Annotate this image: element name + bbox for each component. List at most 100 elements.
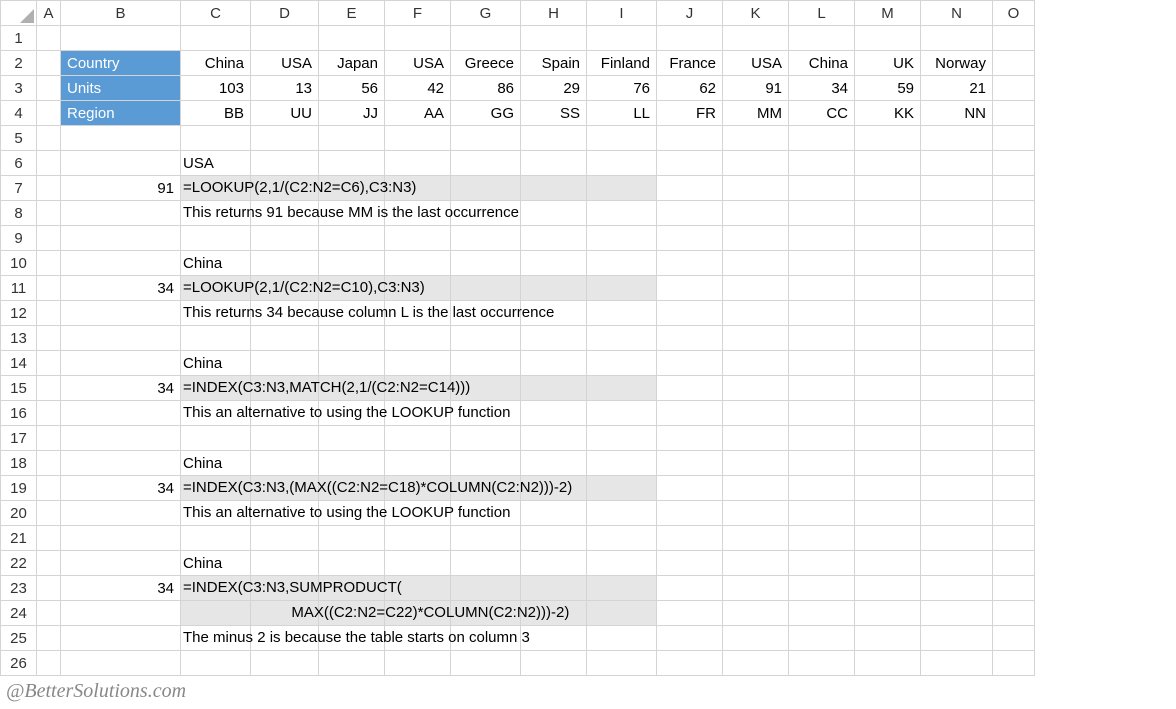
cell-note[interactable]: This returns 91 because MM is the last o… [181,201,251,226]
cell[interactable] [855,376,921,401]
cell[interactable] [37,301,61,326]
cell[interactable] [993,76,1035,101]
cell[interactable] [723,526,789,551]
cell[interactable] [37,76,61,101]
cell[interactable]: UK [855,51,921,76]
cell[interactable] [657,626,723,651]
cell[interactable] [37,326,61,351]
cell[interactable] [789,151,855,176]
cell[interactable] [385,151,451,176]
cell[interactable] [921,551,993,576]
cell[interactable] [587,151,657,176]
cell[interactable] [37,26,61,51]
cell[interactable]: 13 [251,76,319,101]
cell[interactable] [37,501,61,526]
cell[interactable] [61,251,181,276]
cell[interactable] [521,151,587,176]
col-header[interactable]: L [789,1,855,26]
cell[interactable] [993,476,1035,501]
cell[interactable] [37,626,61,651]
cell[interactable] [855,601,921,626]
col-header[interactable]: J [657,1,723,26]
cell[interactable] [521,451,587,476]
cell[interactable] [657,251,723,276]
col-header[interactable]: F [385,1,451,26]
cell[interactable] [723,201,789,226]
row-header[interactable]: 3 [1,76,37,101]
cell[interactable] [319,451,385,476]
cell[interactable] [921,376,993,401]
cell[interactable] [993,426,1035,451]
cell[interactable] [587,626,657,651]
cell[interactable] [921,426,993,451]
cell[interactable] [921,476,993,501]
cell[interactable] [37,401,61,426]
cell[interactable] [587,376,657,401]
cell[interactable] [587,401,657,426]
cell[interactable] [993,201,1035,226]
cell[interactable] [789,276,855,301]
cell[interactable] [385,426,451,451]
cell[interactable] [993,176,1035,201]
cell[interactable] [921,276,993,301]
cell-formula[interactable]: =INDEX(C3:N3,(MAX((C2:N2=C18)*COLUMN(C2:… [181,476,251,501]
cell[interactable] [921,151,993,176]
cell[interactable] [657,326,723,351]
cell[interactable] [657,276,723,301]
cell[interactable] [789,451,855,476]
cell[interactable] [657,176,723,201]
cell[interactable] [723,576,789,601]
cell[interactable]: UU [251,101,319,126]
cell[interactable] [451,126,521,151]
cell[interactable]: China [181,351,251,376]
cell[interactable] [37,226,61,251]
cell[interactable]: FR [657,101,723,126]
cell[interactable] [587,201,657,226]
cell[interactable] [789,476,855,501]
cell[interactable]: 56 [319,76,385,101]
cell[interactable]: 86 [451,76,521,101]
cell[interactable] [181,126,251,151]
cell[interactable] [587,526,657,551]
cell[interactable] [61,351,181,376]
cell[interactable] [251,251,319,276]
cell[interactable]: BB [181,101,251,126]
cell[interactable] [385,351,451,376]
cell[interactable] [319,26,385,51]
cell[interactable] [385,326,451,351]
cell[interactable] [993,576,1035,601]
cell[interactable] [723,351,789,376]
cell[interactable] [657,451,723,476]
cell[interactable] [921,126,993,151]
cell[interactable] [61,226,181,251]
cell[interactable] [61,551,181,576]
row-header[interactable]: 5 [1,126,37,151]
col-header[interactable]: O [993,1,1035,26]
cell[interactable] [251,426,319,451]
cell[interactable]: USA [251,51,319,76]
cell[interactable] [855,476,921,501]
cell[interactable] [657,601,723,626]
cell[interactable] [61,151,181,176]
cell[interactable] [521,501,587,526]
cell[interactable] [37,251,61,276]
cell[interactable] [723,226,789,251]
cell[interactable] [37,476,61,501]
cell[interactable] [723,476,789,501]
cell[interactable] [921,576,993,601]
cell[interactable]: JJ [319,101,385,126]
cell[interactable] [521,176,587,201]
cell[interactable] [789,376,855,401]
cell[interactable] [37,176,61,201]
cell[interactable] [61,126,181,151]
cell-result[interactable]: 34 [61,376,181,401]
cell[interactable] [723,126,789,151]
cell[interactable]: 91 [723,76,789,101]
cell[interactable] [789,551,855,576]
cell[interactable] [657,26,723,51]
cell[interactable] [657,376,723,401]
cell[interactable] [181,426,251,451]
cell[interactable] [993,451,1035,476]
cell[interactable] [587,301,657,326]
cell[interactable] [789,351,855,376]
